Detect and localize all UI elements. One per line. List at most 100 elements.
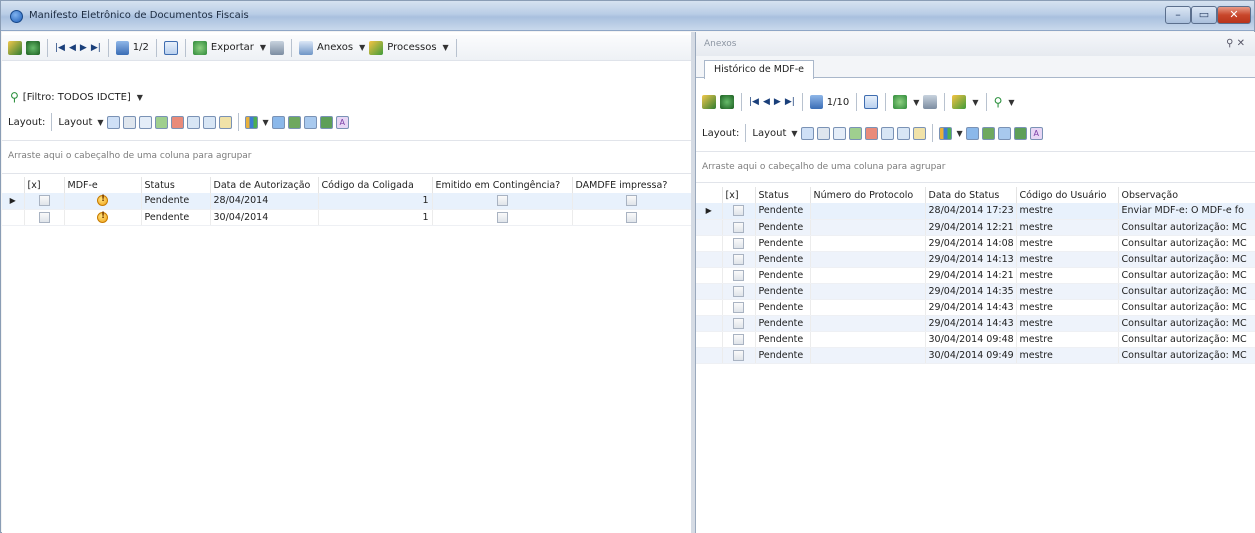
row-checkbox[interactable]: [733, 237, 744, 249]
row-checkbox[interactable]: [38, 195, 50, 207]
column-header[interactable]: MDF-e: [64, 177, 142, 193]
chevron-down-icon[interactable]: ▼: [957, 129, 963, 138]
column-header[interactable]: DAMDFE impressa?: [572, 177, 692, 193]
table-row[interactable]: Pendente 29/04/2014 14:13 mestre Consultar …: [696, 251, 1255, 268]
layout-rows-icon[interactable]: [896, 126, 910, 140]
table-row[interactable]: Pendente 29/04/2014 14:43 mestre Consultar …: [696, 299, 1255, 316]
view-excel-icon[interactable]: [319, 115, 333, 129]
table-row[interactable]: Pendente 29/04/2014 12:21 mestre Consultar …: [696, 219, 1255, 236]
chevron-down-icon[interactable]: ▼: [260, 43, 266, 52]
row-checkbox[interactable]: [733, 349, 744, 361]
table-row[interactable]: Pendente 29/04/2014 14:21 mestre Consultar …: [696, 267, 1255, 284]
layout-remove-icon[interactable]: [864, 126, 878, 140]
view-card-icon[interactable]: [271, 115, 285, 129]
row-checkbox[interactable]: [733, 269, 744, 281]
binoculars-icon[interactable]: [115, 40, 129, 55]
table-row[interactable]: Pendente 30/04/2014 1: [2, 209, 692, 226]
row-checkbox[interactable]: [733, 253, 744, 265]
table-row[interactable]: Pendente 29/04/2014 14:35 mestre Consultar …: [696, 283, 1255, 300]
binoculars-icon[interactable]: [809, 95, 823, 109]
column-header[interactable]: Observação: [1118, 187, 1255, 203]
row-checkbox[interactable]: [733, 285, 744, 297]
layout-dropdown[interactable]: Layout: [752, 128, 786, 139]
column-header[interactable]: Data do Status: [925, 187, 1017, 203]
export-button[interactable]: Exportar: [211, 42, 254, 53]
filter-selector[interactable]: ⚲ [Filtro: TODOS IDCTE] ▼: [10, 88, 143, 106]
printed-checkbox[interactable]: [626, 195, 637, 207]
view-text-icon[interactable]: A: [335, 115, 349, 129]
layout-list-icon[interactable]: [122, 115, 136, 129]
print-icon[interactable]: [923, 95, 938, 109]
view-card-icon[interactable]: [965, 126, 979, 140]
contingency-checkbox[interactable]: [496, 195, 508, 207]
row-checkbox[interactable]: [733, 317, 744, 329]
minimize-button[interactable]: –: [1165, 6, 1191, 24]
column-header[interactable]: Código do Usuário: [1016, 187, 1119, 203]
row-checkbox[interactable]: [38, 211, 50, 223]
table-row[interactable]: Pendente 30/04/2014 09:49 mestre Consultar …: [696, 347, 1255, 364]
next-page-icon[interactable]: ▶: [774, 97, 781, 107]
last-page-icon[interactable]: ▶|: [785, 97, 795, 107]
row-checkbox[interactable]: [733, 221, 744, 233]
chevron-down-icon[interactable]: ▼: [1008, 98, 1014, 107]
chevron-down-icon[interactable]: ▼: [972, 98, 978, 107]
view-table-icon[interactable]: [997, 126, 1011, 140]
chevron-down-icon[interactable]: ▼: [263, 118, 269, 127]
row-checkbox[interactable]: [733, 333, 744, 345]
column-header[interactable]: Status: [141, 177, 211, 193]
column-header[interactable]: Número do Protocolo: [810, 187, 926, 203]
chart-icon[interactable]: [938, 126, 952, 140]
table-row[interactable]: ▶ Pendente 28/04/2014 17:23 mestre Enviar MD…: [696, 203, 1255, 220]
chevron-down-icon[interactable]: ▼: [137, 93, 143, 102]
view-excel-icon[interactable]: [1013, 126, 1027, 140]
column-header[interactable]: Data de Autorização: [210, 177, 319, 193]
view-text-icon[interactable]: A: [1029, 126, 1043, 140]
layout-columns-icon[interactable]: [880, 126, 894, 140]
layout-add-icon[interactable]: [154, 115, 168, 129]
table-row[interactable]: Pendente 29/04/2014 14:08 mestre Consultar …: [696, 235, 1255, 252]
tab-mdfe-history[interactable]: Histórico de MDF-e: [704, 60, 815, 79]
column-header[interactable]: Emitido em Contingência?: [432, 177, 573, 193]
grid-icon[interactable]: [163, 40, 178, 55]
row-checkbox[interactable]: [733, 205, 744, 217]
layout-tree-icon[interactable]: [800, 126, 814, 140]
refresh-icon[interactable]: [26, 40, 40, 55]
layout-tree-icon[interactable]: [106, 115, 120, 129]
view-green-icon[interactable]: [287, 115, 301, 129]
attachments-button[interactable]: Anexos: [317, 42, 353, 53]
chevron-down-icon[interactable]: ▼: [443, 43, 449, 52]
export-icon[interactable]: [893, 95, 908, 109]
layout-filter-icon[interactable]: [912, 126, 926, 140]
layout-remove-icon[interactable]: [170, 115, 184, 129]
layout-form-icon[interactable]: [832, 126, 846, 140]
column-header[interactable]: [x]: [722, 187, 756, 203]
layout-dropdown[interactable]: Layout: [58, 117, 92, 128]
panel-pin-close-buttons[interactable]: ⚲ ✕: [1226, 38, 1245, 49]
first-page-icon[interactable]: |◀: [749, 97, 759, 107]
table-row[interactable]: Pendente 29/04/2014 14:43 mestre Consultar …: [696, 315, 1255, 332]
chevron-down-icon[interactable]: ▼: [97, 118, 103, 127]
contingency-checkbox[interactable]: [496, 211, 508, 223]
layout-list-icon[interactable]: [816, 126, 830, 140]
title-bar[interactable]: Manifesto Eletrônico de Documentos Fisca…: [1, 1, 1254, 31]
table-row[interactable]: ▶ Pendente 28/04/2014 1: [2, 193, 692, 210]
row-checkbox[interactable]: [733, 301, 744, 313]
chevron-down-icon[interactable]: ▼: [359, 43, 365, 52]
filter-icon[interactable]: ⚲: [994, 95, 1003, 109]
table-row[interactable]: Pendente 30/04/2014 09:48 mestre Consultar …: [696, 331, 1255, 348]
prev-page-icon[interactable]: ◀: [763, 97, 770, 107]
column-header[interactable]: Código da Coligada: [318, 177, 433, 193]
edit-icon[interactable]: [8, 40, 22, 55]
processes-button[interactable]: Processos: [387, 42, 436, 53]
chevron-down-icon[interactable]: ▼: [791, 129, 797, 138]
chart-icon[interactable]: [244, 115, 258, 129]
view-green-icon[interactable]: [981, 126, 995, 140]
layout-add-icon[interactable]: [848, 126, 862, 140]
chevron-down-icon[interactable]: ▼: [913, 98, 919, 107]
last-page-icon[interactable]: ▶|: [91, 43, 101, 53]
layout-columns-icon[interactable]: [186, 115, 200, 129]
layout-rows-icon[interactable]: [202, 115, 216, 129]
processes-icon[interactable]: [952, 95, 967, 109]
prev-page-icon[interactable]: ◀: [69, 43, 76, 53]
maximize-button[interactable]: ▭: [1191, 6, 1217, 24]
